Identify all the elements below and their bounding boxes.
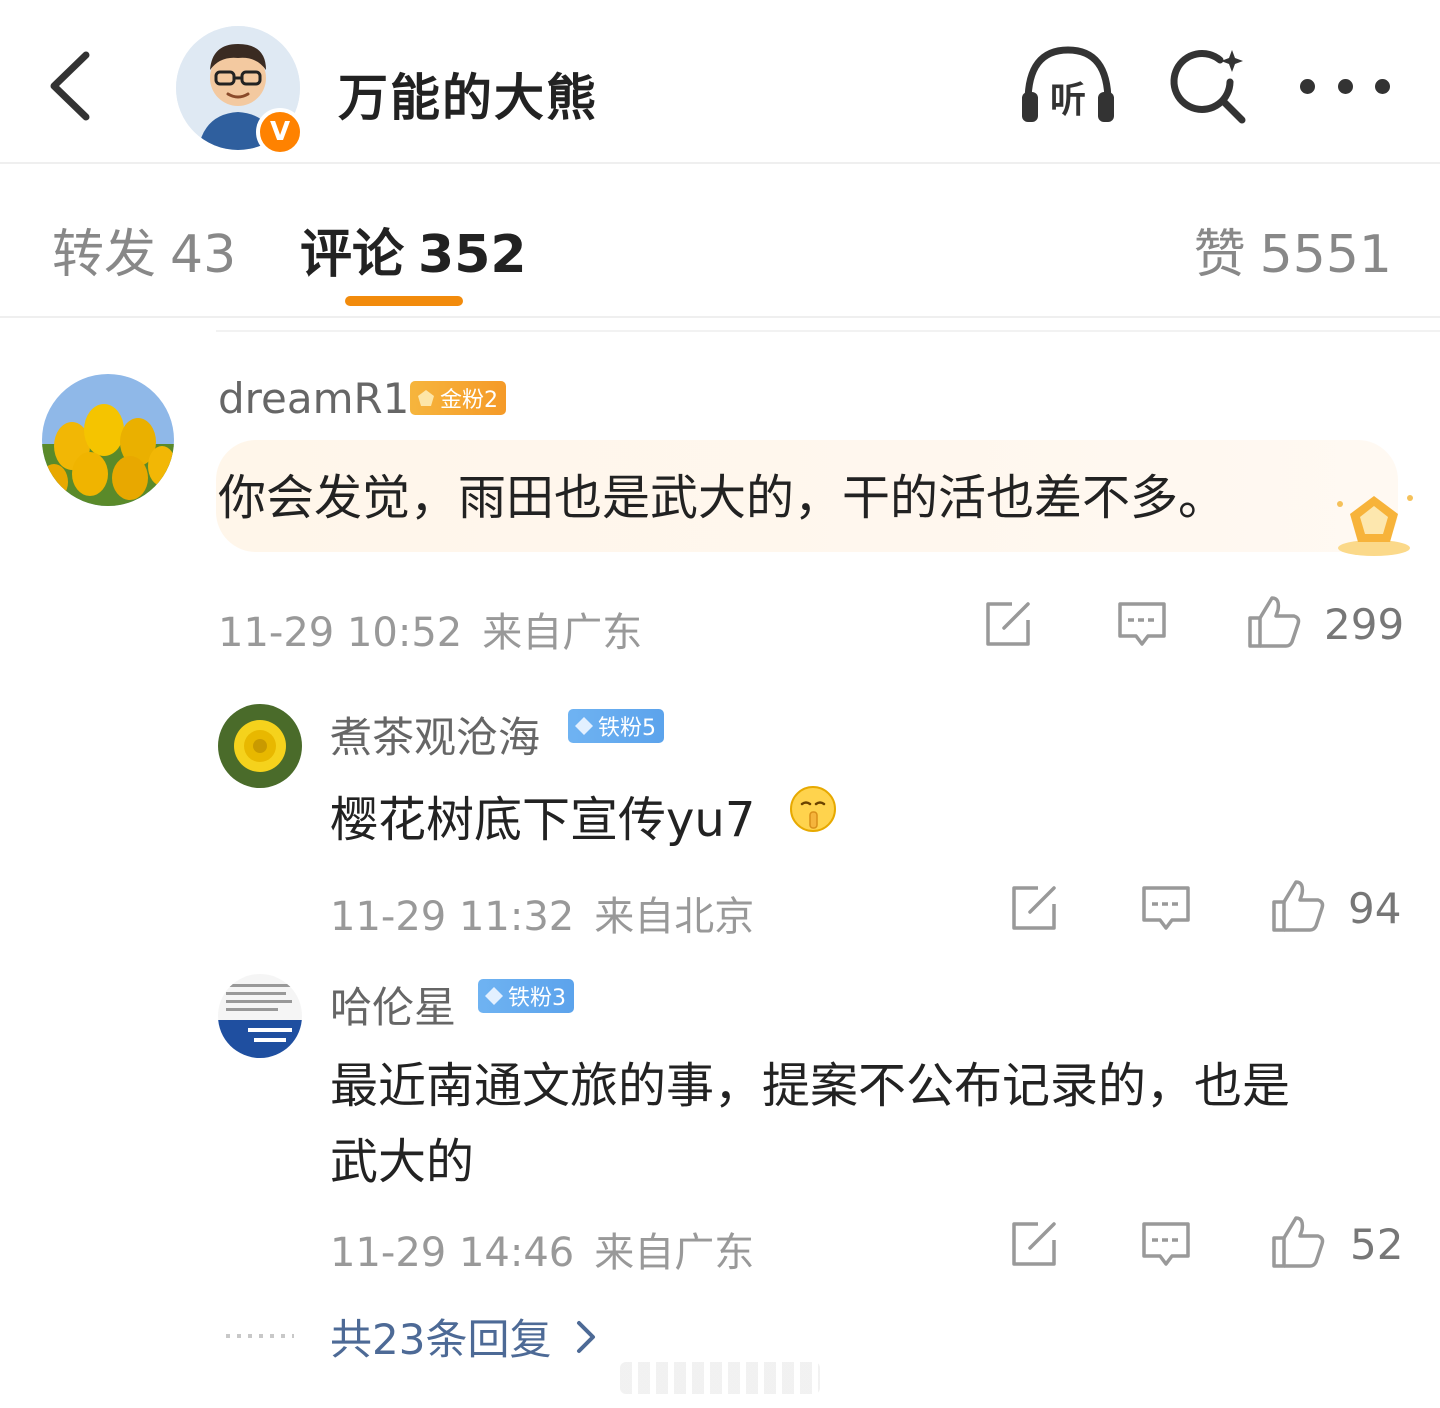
thumbs-up-icon[interactable] [1246,594,1302,650]
headphones-icon: 听 [1022,46,1114,122]
tab-comment-count: 352 [418,225,527,285]
tab-like-count: 5551 [1259,225,1392,285]
share-icon[interactable] [1008,882,1060,934]
search-icon [1170,50,1246,124]
document-thumbnail-icon [218,974,302,1058]
listen-label: 听 [1050,80,1086,121]
view-replies-label: 共23条回复 [330,1315,552,1364]
divider [216,330,1440,332]
diamond-icon [485,987,503,1005]
gold-fan-medal-icon [1337,495,1413,556]
shushing-emoji-icon [790,786,836,832]
watermark [620,1362,820,1394]
more-button[interactable] [1300,64,1390,108]
comment-location: 来自北京 [594,894,755,940]
comment-meta: 11-29 14:46 来自广东 [330,1220,754,1278]
tab-comment[interactable]: 评论 352 [300,212,527,287]
tab-like-label: 赞 [1193,225,1246,285]
fan-level-badge: 金粉2 [410,381,506,415]
comment-avatar[interactable] [218,704,302,788]
reply-icon[interactable] [1140,882,1192,934]
comment-text-line: 武大的 [330,1134,475,1190]
comment-location: 来自广东 [594,1230,755,1276]
tab-repost-label: 转发 [52,225,157,285]
comment-meta: 11-29 11:32 来自北京 [330,884,754,942]
tab-repost-count: 43 [170,225,237,285]
fan-level-label: 金粉2 [440,388,498,413]
comment-time: 11-29 10:52 [218,610,463,656]
comment-meta: 11-29 10:52 来自广东 [218,600,642,658]
more-dot-icon [1375,78,1390,94]
chevron-right-icon [577,1320,596,1353]
tab-bar: 转发 43 评论 352 赞 5551 [0,166,1440,318]
chevron-left-icon [50,51,90,121]
like-count[interactable]: 94 [1348,884,1401,933]
verified-badge: V [256,108,304,156]
more-dot-icon [1337,78,1353,94]
tab-like[interactable]: 赞 5551 [1194,212,1392,287]
comment-location: 来自广东 [482,610,643,656]
share-icon[interactable] [982,598,1034,650]
author-name[interactable]: 万能的大熊 [338,58,598,130]
back-button[interactable] [40,50,100,122]
diamond-icon [575,717,593,735]
fan-level-label: 铁粉3 [508,986,566,1011]
search-button[interactable] [1168,44,1252,128]
thumbs-up-icon[interactable] [1270,1214,1326,1270]
gem-icon [418,390,434,406]
fan-level-label: 铁粉5 [598,716,656,741]
comment-time: 11-29 11:32 [330,894,575,940]
comment-text-content: 樱花树底下宣传yu7 [330,792,756,848]
thumbs-up-icon[interactable] [1270,878,1326,934]
reply-icon[interactable] [1140,1218,1192,1270]
tulip-photo-icon [42,374,174,506]
share-icon[interactable] [1008,1218,1060,1270]
view-replies-link[interactable]: 共23条回复 [330,1306,597,1367]
fan-level-badge: 铁粉5 [568,709,664,743]
comment-username[interactable]: 哈伦星 [330,974,456,1035]
comment-username[interactable]: 煮茶观沧海 [330,704,540,765]
tab-comment-label: 评论 [300,225,405,285]
comment-avatar[interactable] [218,974,302,1058]
comment-text: 樱花树底下宣传yu7 [330,780,755,850]
like-count[interactable]: 52 [1350,1220,1403,1269]
comment-avatar[interactable] [42,374,174,506]
comment-text: 你会发觉，雨田也是武大的，干的活也差不多。 [218,470,1227,526]
rose-photo-icon [218,704,302,788]
comment-username[interactable]: dreamR1 [218,374,409,423]
comment-time: 11-29 14:46 [330,1230,575,1276]
listen-button[interactable]: 听 [1018,40,1118,130]
comment-text-line: 最近南通文旅的事，提案不公布记录的，也是 [330,1058,1291,1114]
active-tab-indicator [345,296,463,306]
fan-level-badge: 铁粉3 [478,979,574,1013]
tab-repost[interactable]: 转发 43 [52,212,236,287]
top-bar: V 万能的大熊 听 [0,0,1440,164]
more-dot-icon [1300,78,1315,94]
reply-dots-divider [226,1334,294,1338]
reply-icon[interactable] [1116,598,1168,650]
like-count[interactable]: 299 [1324,600,1404,649]
